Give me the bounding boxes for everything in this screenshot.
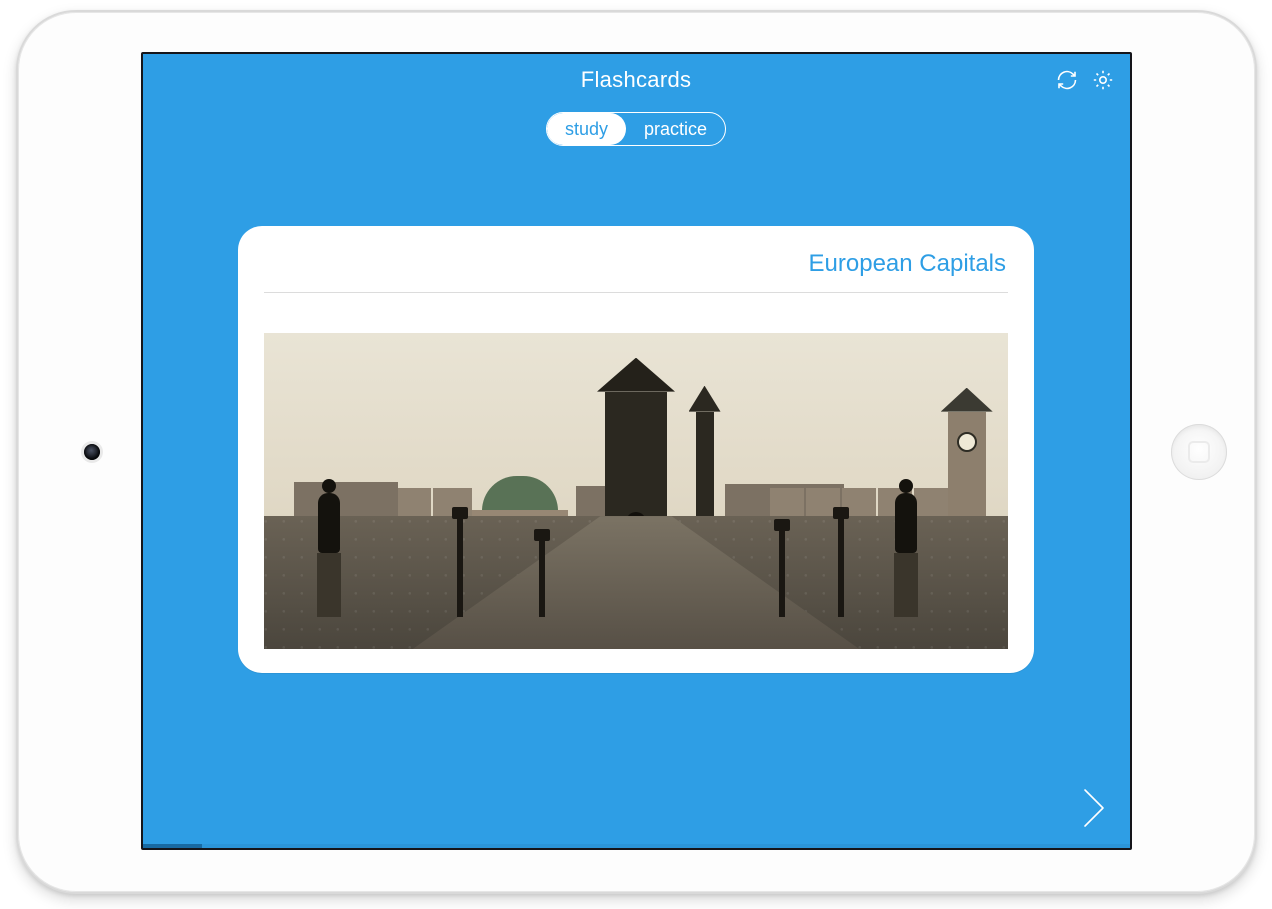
next-button[interactable] — [1074, 784, 1114, 832]
device-camera — [84, 444, 100, 460]
progress-fill — [143, 844, 202, 848]
progress-bar — [143, 844, 1130, 848]
app-title: Flashcards — [581, 67, 692, 93]
app-screen: Flashcards — [141, 52, 1132, 850]
flashcard[interactable]: European Capitals — [238, 226, 1034, 673]
flashcard-image — [264, 333, 1008, 649]
sync-icon[interactable] — [1054, 67, 1080, 93]
mode-toggle: study practice — [143, 106, 1130, 156]
gear-icon[interactable] — [1090, 67, 1116, 93]
top-bar-actions — [1054, 54, 1116, 106]
tab-study[interactable]: study — [547, 113, 626, 145]
deck-title: European Capitals — [264, 246, 1008, 293]
device-home-button[interactable] — [1171, 424, 1227, 480]
tablet-frame: Flashcards — [16, 10, 1257, 894]
top-bar: Flashcards — [143, 54, 1130, 106]
tab-practice[interactable]: practice — [626, 113, 725, 145]
